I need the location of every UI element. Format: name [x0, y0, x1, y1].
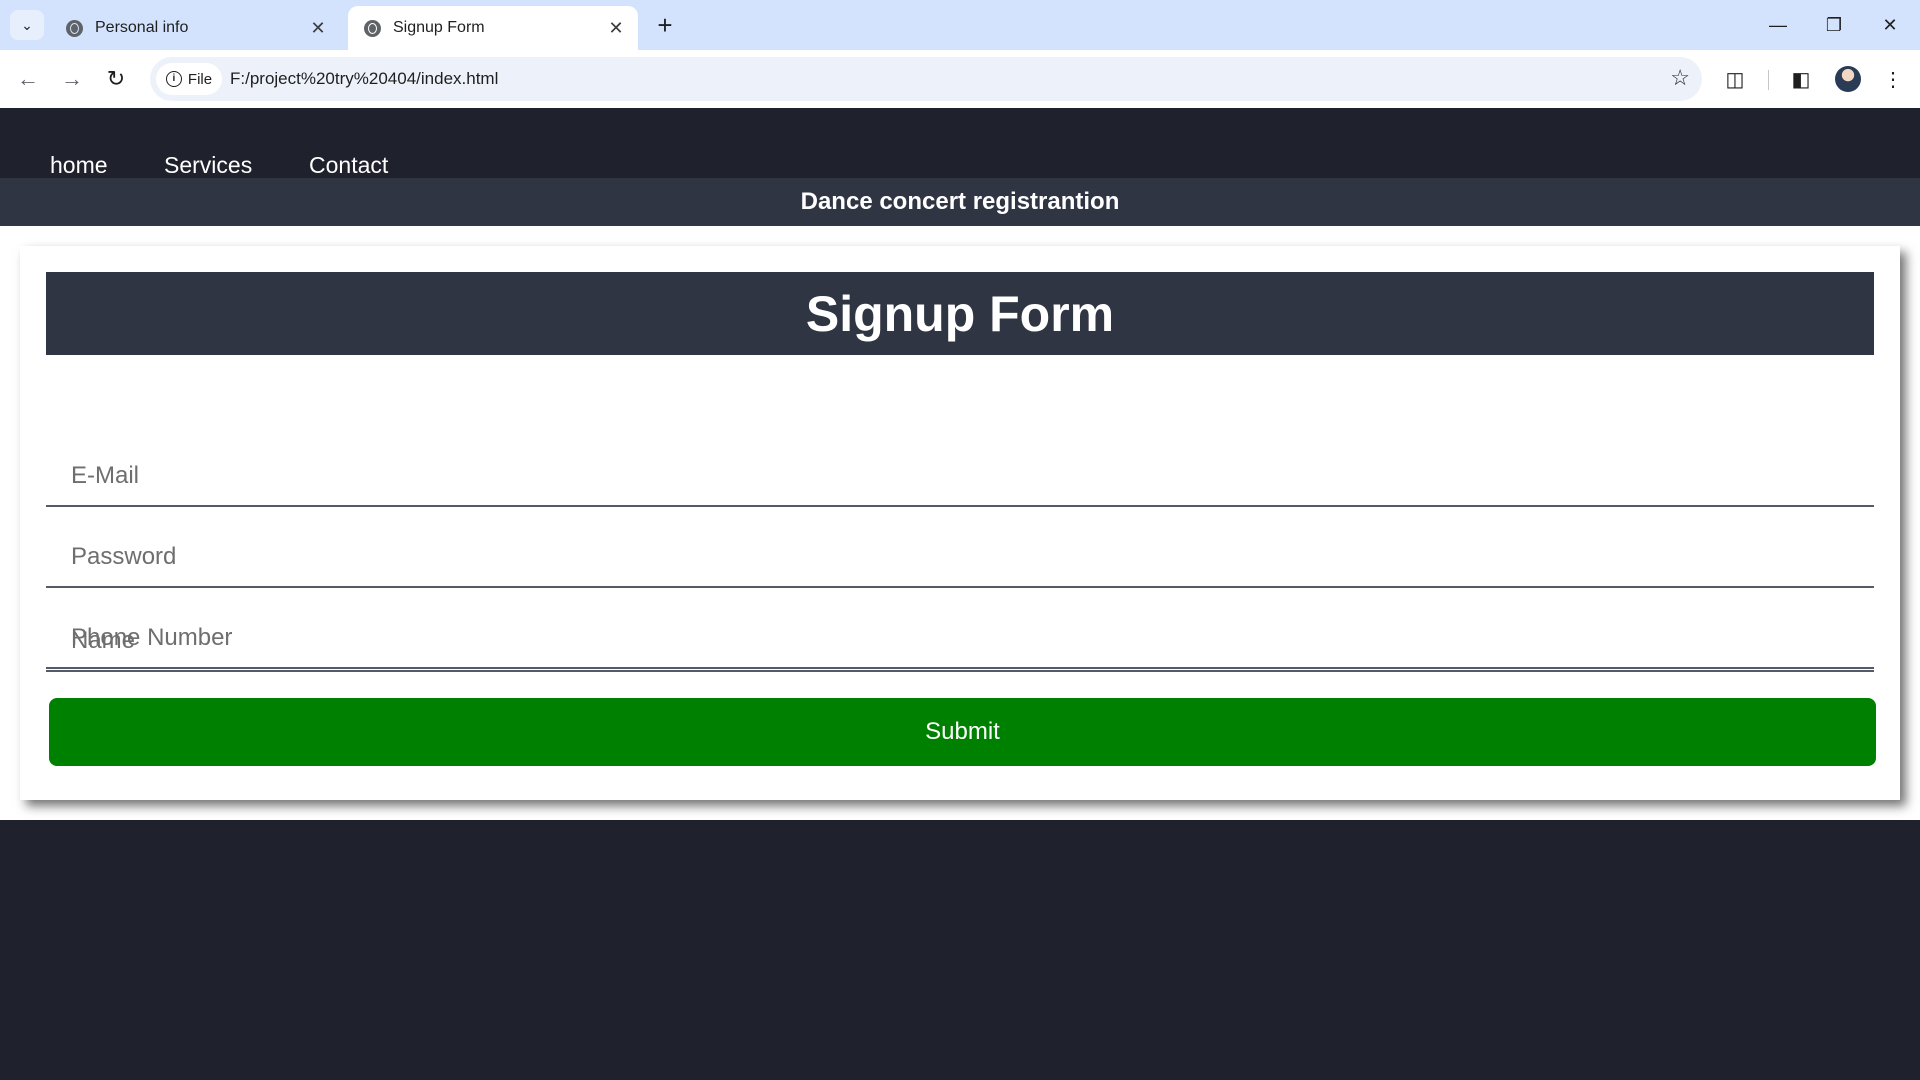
forward-button[interactable]: →	[54, 61, 90, 97]
side-panel-button[interactable]: ◧	[1783, 61, 1819, 97]
info-icon: i	[165, 71, 182, 87]
restore-button[interactable]: ❐	[1806, 0, 1862, 50]
password-field[interactable]	[46, 528, 1874, 588]
new-tab-button[interactable]: +	[650, 10, 680, 40]
form-title: Signup Form	[46, 272, 1874, 355]
star-icon[interactable]: ☆	[1670, 65, 1690, 91]
toolbar-divider	[1768, 70, 1769, 90]
close-icon: ✕	[1882, 14, 1898, 35]
menu-icon: ⋮	[1883, 68, 1903, 91]
close-tab-icon[interactable]: ✕	[308, 18, 328, 39]
forward-icon: →	[61, 66, 83, 91]
site-navbar: home Services Contact	[0, 108, 1920, 178]
globe-icon	[66, 19, 83, 37]
email-field[interactable]	[46, 447, 1874, 507]
minimize-icon: —	[1769, 14, 1787, 35]
nav-link-home[interactable]: home	[50, 152, 108, 179]
phone-number-field[interactable]	[46, 609, 1874, 669]
tab-personal-info[interactable]: Personal info ✕	[50, 6, 340, 50]
globe-icon	[364, 19, 381, 37]
signup-card: Signup Form Submit	[20, 246, 1900, 800]
browser-tab-strip: ⌄ Personal info ✕ Signup Form ✕ + — ❐ ✕	[0, 0, 1920, 50]
avatar[interactable]	[1835, 66, 1861, 92]
site-info-label: File	[187, 70, 213, 88]
menu-button[interactable]: ⋮	[1875, 61, 1911, 97]
restore-icon: ❐	[1825, 14, 1843, 35]
browser-toolbar: ← → ↻ i File F:/project%20try%20404/inde…	[0, 50, 1920, 108]
url-text[interactable]: F:/project%20try%20404/index.html	[230, 69, 498, 89]
plus-icon: +	[657, 9, 673, 40]
back-icon: ←	[17, 66, 39, 91]
chevron-down-icon: ⌄	[21, 16, 33, 33]
page-banner: Dance concert registrantion	[0, 178, 1920, 226]
tab-signup-form[interactable]: Signup Form ✕	[348, 6, 638, 50]
nav-link-contact[interactable]: Contact	[309, 152, 388, 179]
reload-icon: ↻	[106, 66, 126, 91]
site-info-chip[interactable]: i File	[156, 63, 222, 95]
nav-link-services[interactable]: Services	[164, 152, 252, 179]
side-panel-icon: ◧	[1791, 68, 1811, 91]
back-button[interactable]: ←	[10, 61, 46, 97]
close-tab-icon[interactable]: ✕	[606, 18, 626, 39]
submit-button[interactable]: Submit	[49, 698, 1876, 766]
extensions-button[interactable]: ◫	[1717, 61, 1753, 97]
tab-title: Signup Form	[393, 19, 485, 36]
address-bar[interactable]: i File F:/project%20try%20404/index.html…	[150, 57, 1702, 101]
reload-button[interactable]: ↻	[98, 61, 134, 97]
extensions-icon: ◫	[1725, 68, 1745, 91]
banner-title: Dance concert registrantion	[800, 188, 1120, 215]
minimize-button[interactable]: —	[1750, 0, 1806, 50]
close-window-button[interactable]: ✕	[1862, 0, 1918, 50]
tab-title: Personal info	[95, 19, 189, 36]
tab-search-button[interactable]: ⌄	[10, 10, 44, 40]
